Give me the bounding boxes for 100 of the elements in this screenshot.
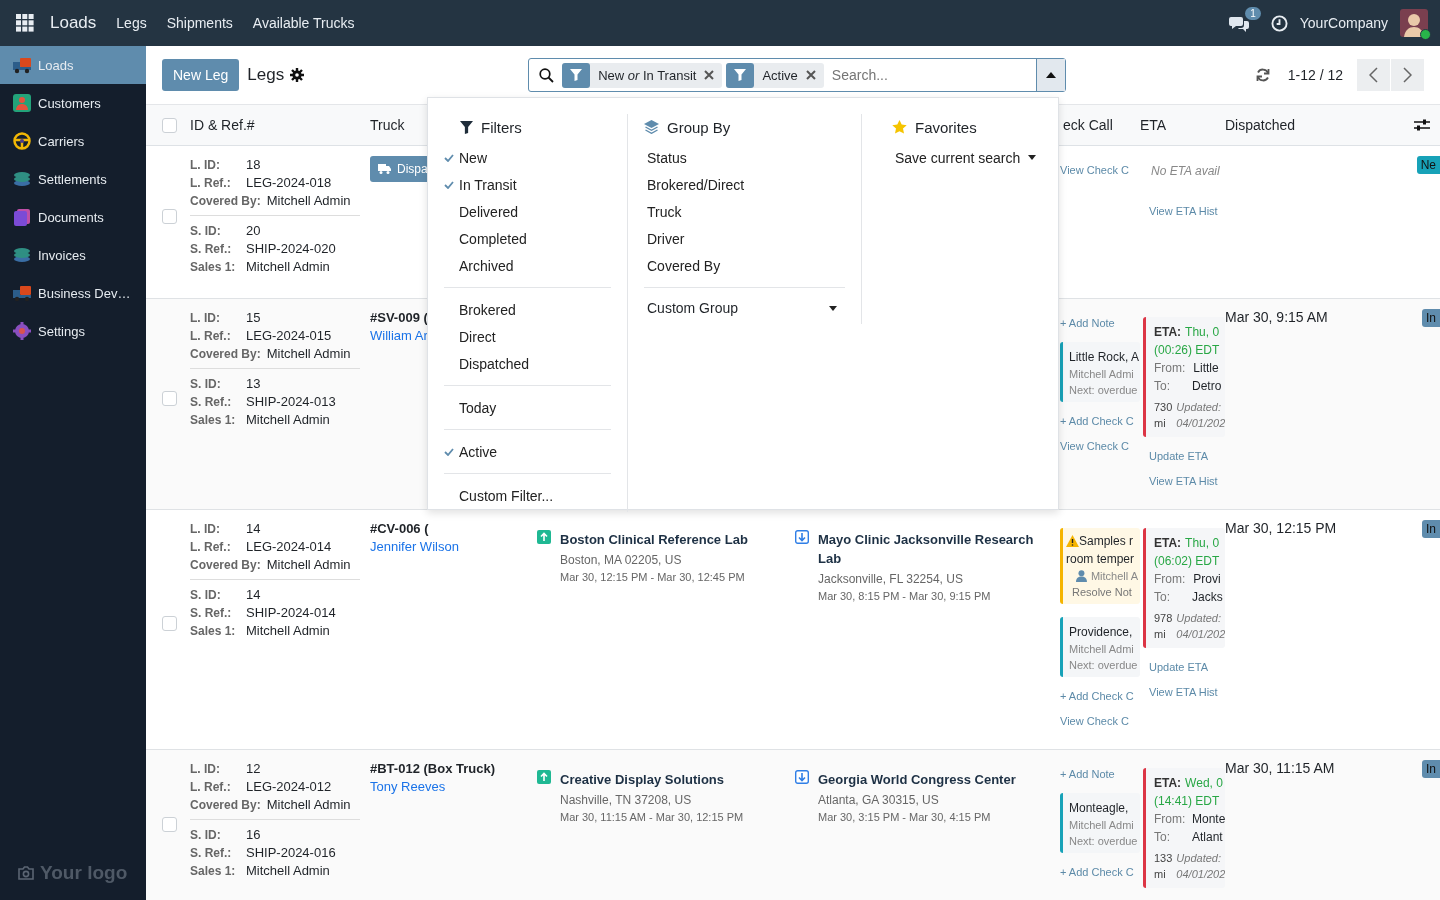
truck-icon [378, 164, 391, 174]
field-label: L. ID: [190, 310, 221, 327]
pickup-name: Boston Clinical Reference Lab [560, 531, 748, 549]
remove-icon[interactable] [704, 70, 715, 80]
sidebar-item[interactable]: Settings [0, 312, 146, 350]
resolve-note-link[interactable]: Resolve Not [1066, 586, 1138, 598]
filter-option[interactable]: Delivered [444, 198, 611, 225]
toggle-filters-button[interactable] [1036, 59, 1066, 91]
driver-link[interactable]: Tony Reeves [370, 778, 446, 796]
sidebar-item[interactable]: Carriers [0, 122, 146, 160]
pickup-window: Mar 30, 11:15 AM - Mar 30, 12:15 PM [560, 811, 744, 823]
settings-icon[interactable] [290, 68, 305, 82]
row-checkbox[interactable] [162, 390, 177, 406]
new-leg-button[interactable]: New Leg [162, 59, 240, 91]
check-call-link[interactable]: View Check C [1060, 164, 1140, 176]
top-menu-item[interactable]: Available Trucks [252, 15, 355, 31]
eta-link[interactable]: View ETA Hist [1143, 205, 1225, 217]
facet-values: New or In Transit [597, 67, 698, 83]
field-label: Sales 1: [190, 863, 237, 880]
driver-link[interactable]: William Ar [370, 327, 428, 345]
field-value: 12 [246, 760, 261, 778]
check-call-link[interactable]: View Check C [1060, 440, 1140, 452]
field-label: S. Ref.: [190, 394, 233, 411]
field-label: L. ID: [190, 521, 221, 538]
group-by-option[interactable]: Status [644, 144, 845, 171]
row-checkbox[interactable] [162, 616, 177, 631]
field-value: LEG-2024-014 [246, 538, 332, 556]
filter-option[interactable]: Direct [444, 323, 611, 350]
select-all-checkbox[interactable] [162, 117, 177, 133]
to-label: To: [1154, 379, 1171, 393]
save-search-option[interactable]: Save current search [892, 144, 1037, 171]
check-call-link[interactable]: + Add Check C [1060, 415, 1140, 427]
search-icon[interactable] [539, 67, 555, 83]
app-title[interactable]: Loads [50, 13, 97, 33]
sidebar-item[interactable]: Business Dev… [0, 274, 146, 312]
dropoff-window: Mar 30, 8:15 PM - Mar 30, 9:15 PM [818, 590, 1045, 602]
eta-link[interactable]: Update ETA [1143, 450, 1225, 462]
sidebar-item[interactable]: Settlements [0, 160, 146, 198]
remove-icon[interactable] [805, 70, 816, 80]
company-name[interactable]: YourCompany [1299, 15, 1388, 31]
eta-link[interactable]: View ETA Hist [1143, 686, 1225, 698]
filter-option[interactable]: Active [444, 438, 611, 465]
document-icon [12, 208, 32, 226]
check-call-link[interactable]: View Check C [1060, 715, 1140, 727]
filter-option[interactable]: Archived [444, 252, 611, 279]
note-text: room temper [1066, 552, 1136, 566]
chat-icon[interactable] [1228, 14, 1249, 32]
column-header[interactable]: Dispatched [1225, 117, 1414, 133]
user-avatar[interactable] [1400, 9, 1428, 37]
custom-filter-option[interactable]: Custom Filter... [444, 482, 611, 509]
row-checkbox[interactable] [162, 208, 177, 224]
from-value: Provi [1193, 572, 1221, 586]
eta-link[interactable]: View ETA Hist [1143, 475, 1225, 487]
field-value: LEG-2024-012 [246, 778, 332, 796]
filter-facet[interactable]: New or In Transit [562, 62, 723, 88]
filter-option[interactable]: Completed [444, 225, 611, 252]
check-call-link[interactable]: + Add Note [1060, 768, 1140, 780]
refresh-icon[interactable] [1255, 68, 1270, 82]
pickup-name: Creative Display Solutions [560, 771, 725, 789]
field-value: 14 [246, 586, 261, 604]
group-by-option[interactable]: Brokered/Direct [644, 171, 845, 198]
status-badge: Ne [1416, 156, 1440, 174]
filter-facet[interactable]: Active [726, 62, 824, 88]
driver-link[interactable]: Jennifer Wilson [370, 538, 459, 556]
eta-link[interactable]: Update ETA [1143, 661, 1225, 673]
user-icon [1076, 570, 1087, 582]
clock-icon[interactable] [1270, 14, 1288, 32]
sidebar-item[interactable]: Invoices [0, 236, 146, 274]
pickup-address: Nashville, TN 37208, US [560, 793, 693, 807]
check-call-link[interactable]: + Add Check C [1060, 690, 1140, 702]
row-checkbox[interactable] [162, 816, 177, 832]
filter-option[interactable]: In Transit [444, 171, 611, 198]
column-header[interactable]: eck Call [1055, 117, 1140, 133]
filter-option[interactable]: Brokered [444, 296, 611, 323]
filter-option[interactable]: New [444, 144, 611, 171]
filter-option[interactable]: Today [444, 394, 611, 421]
column-header[interactable]: ETA [1140, 117, 1225, 133]
distance-value: 133 [1154, 852, 1173, 864]
column-settings-icon[interactable] [1414, 118, 1430, 132]
group-by-option[interactable]: Driver [644, 225, 845, 252]
field-value: SHIP-2024-020 [246, 240, 336, 258]
top-menu-item[interactable]: Shipments [166, 15, 233, 31]
column-header[interactable]: ID & Ref.# [190, 117, 370, 133]
check-call-link[interactable]: + Add Note [1060, 317, 1140, 329]
field-value: LEG-2024-015 [246, 327, 332, 345]
sidebar-item[interactable]: Documents [0, 198, 146, 236]
apps-menu-icon[interactable] [16, 14, 34, 32]
page-title: Legs [247, 65, 285, 85]
group-by-option[interactable]: Truck [644, 198, 845, 225]
search-field[interactable]: New or In Transit Active Search... [528, 58, 1067, 92]
pickup-arrow-icon [537, 770, 551, 784]
custom-group-select[interactable]: Custom Group [644, 296, 845, 320]
field-value: Mitchell Admin [246, 258, 330, 276]
field-label: S. ID: [190, 827, 222, 844]
group-by-option[interactable]: Covered By [644, 252, 845, 279]
check-call-link[interactable]: + Add Check C [1060, 866, 1140, 878]
sidebar-item[interactable]: Customers [0, 84, 146, 122]
top-menu-item[interactable]: Legs [116, 15, 147, 31]
filter-option[interactable]: Dispatched [444, 350, 611, 377]
chevron-left-icon [1369, 67, 1378, 83]
